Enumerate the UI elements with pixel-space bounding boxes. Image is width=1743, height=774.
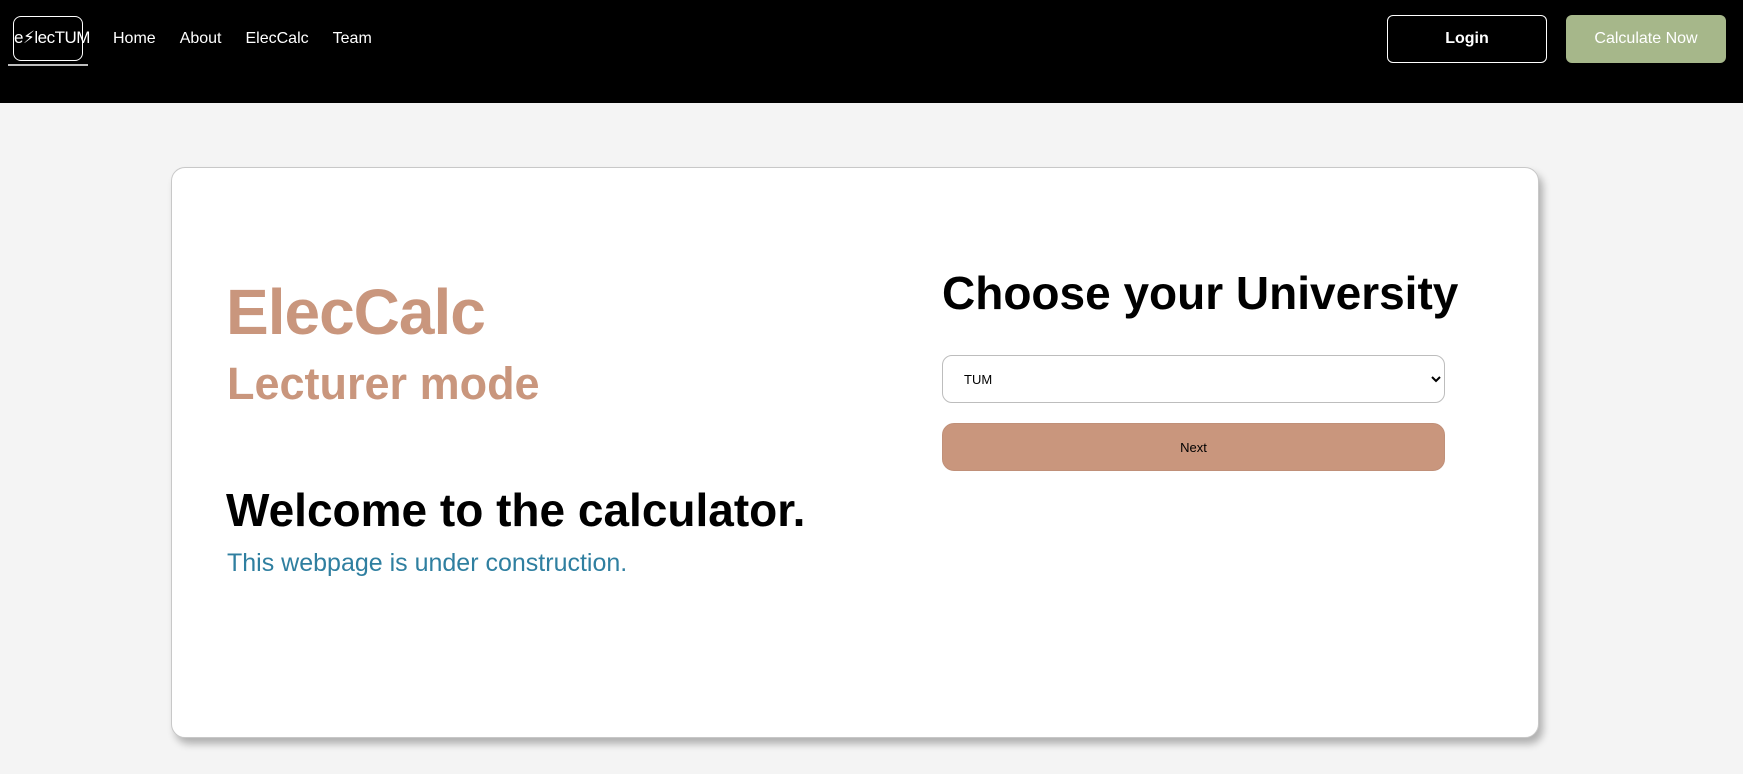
nav-link-home[interactable]: Home bbox=[113, 29, 156, 49]
logo-underline bbox=[8, 64, 88, 66]
calculate-now-button[interactable]: Calculate Now bbox=[1566, 15, 1726, 63]
nav-link-eleccalc[interactable]: ElecCalc bbox=[246, 29, 309, 49]
nav-links: Home About ElecCalc Team bbox=[113, 29, 372, 49]
welcome-heading: Welcome to the calculator. bbox=[226, 484, 806, 536]
choose-university-heading: Choose your University bbox=[942, 267, 1459, 319]
nav-link-team[interactable]: Team bbox=[333, 29, 372, 49]
next-button[interactable]: Next bbox=[942, 423, 1445, 471]
calculator-card: ElecCalc Lecturer mode Welcome to the ca… bbox=[171, 167, 1539, 738]
app-title: ElecCalc bbox=[226, 276, 486, 348]
top-navbar: e⚡lecTUM Home About ElecCalc Team Login … bbox=[0, 0, 1743, 103]
login-button[interactable]: Login bbox=[1387, 15, 1547, 63]
electum-logo[interactable]: e⚡lecTUM bbox=[13, 16, 90, 61]
mode-label: Lecturer mode bbox=[227, 358, 540, 409]
nav-link-about[interactable]: About bbox=[180, 29, 222, 49]
construction-notice: This webpage is under construction. bbox=[227, 549, 628, 577]
university-select[interactable]: TUM bbox=[942, 355, 1445, 403]
